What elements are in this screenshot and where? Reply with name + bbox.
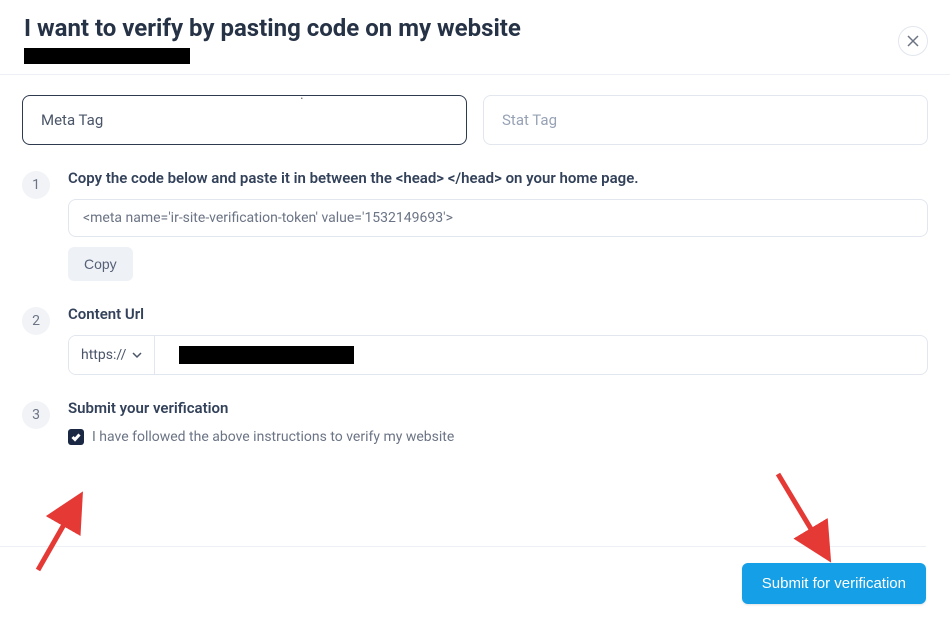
check-icon (71, 432, 81, 442)
content-url-row: https:// (68, 335, 928, 375)
step2-title: Content Url (68, 305, 928, 323)
redacted-url (179, 346, 354, 364)
copy-button[interactable]: Copy (68, 247, 133, 281)
close-button[interactable] (898, 26, 928, 56)
tab-stat-tag[interactable]: Stat Tag (483, 95, 928, 145)
confirmation-label: I have followed the above instructions t… (92, 429, 454, 445)
chevron-down-icon (132, 350, 142, 360)
step3-title: Submit your verification (68, 399, 928, 417)
submit-verification-button[interactable]: Submit for verification (742, 563, 926, 604)
tab-label: Meta Tag (41, 111, 103, 129)
redacted-subtitle (24, 48, 190, 64)
tab-label: Stat Tag (502, 111, 557, 129)
step-badge-2: 2 (22, 307, 50, 335)
close-icon (907, 35, 919, 47)
page-title: I want to verify by pasting code on my w… (24, 14, 926, 42)
content-url-input[interactable] (155, 336, 927, 374)
confirmation-checkbox[interactable] (68, 429, 84, 445)
step-badge-1: 1 (22, 171, 50, 199)
protocol-select[interactable]: https:// (69, 336, 155, 374)
protocol-label: https:// (81, 347, 126, 363)
step-badge-3: 3 (22, 401, 50, 429)
verification-code-box[interactable]: <meta name='ir-site-verification-token' … (68, 199, 928, 237)
tab-meta-tag[interactable]: Meta Tag (22, 95, 467, 145)
step1-title: Copy the code below and paste it in betw… (68, 169, 928, 187)
ellipsis-icon: . (300, 87, 304, 103)
